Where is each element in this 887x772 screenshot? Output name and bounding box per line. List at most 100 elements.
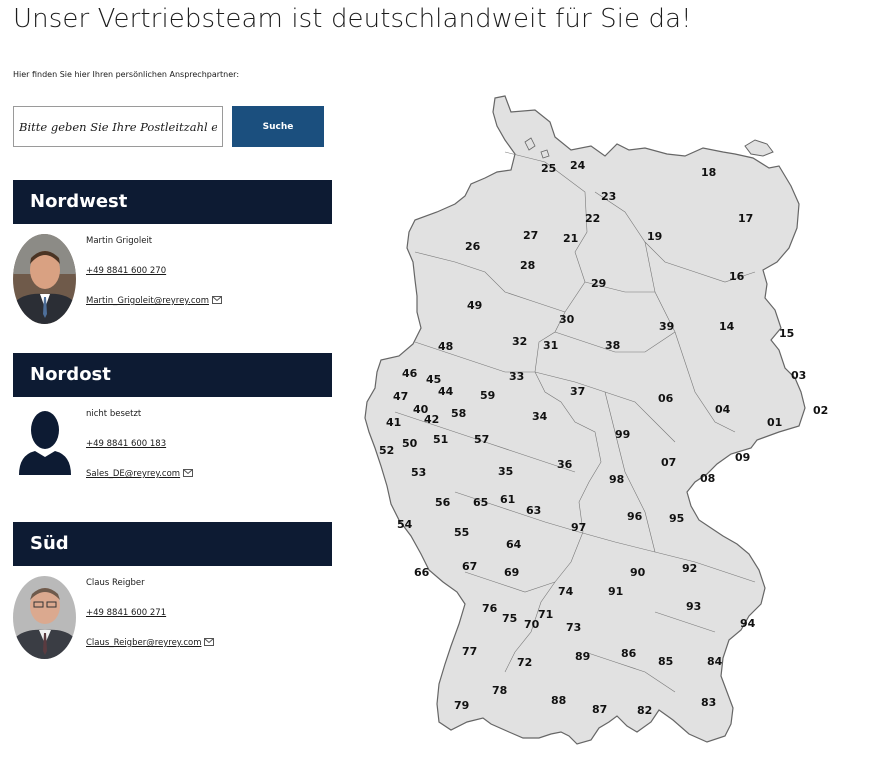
zone-07: 07 <box>661 456 676 469</box>
zone-73: 73 <box>566 621 581 634</box>
zone-96: 96 <box>627 510 643 523</box>
zone-35: 35 <box>498 465 513 478</box>
zone-77: 77 <box>462 645 477 658</box>
contact-name: Claus Reigber <box>86 578 145 588</box>
avatar <box>13 405 76 495</box>
contact-name: Martin Grigoleit <box>86 236 153 246</box>
zone-94: 94 <box>740 617 756 630</box>
contact-email-link[interactable]: Claus_Reigber@reyrey.com <box>86 638 215 648</box>
contact-card: Claus Reigber +49 8841 600 271 Claus_Rei… <box>13 566 332 666</box>
zone-92: 92 <box>682 562 697 575</box>
contact-email: Martin_Grigoleit@reyrey.com <box>86 296 209 306</box>
zone-31: 31 <box>543 339 558 352</box>
region-nordwest: Nordwest Martin Grigoleit +49 8841 600 2… <box>13 180 332 324</box>
zone-95: 95 <box>669 512 684 525</box>
zone-16: 16 <box>729 270 745 283</box>
zone-42: 42 <box>424 413 439 426</box>
zone-47: 47 <box>393 390 408 403</box>
zone-37: 37 <box>570 385 585 398</box>
zone-76: 76 <box>482 602 498 615</box>
zone-87: 87 <box>592 703 607 716</box>
zone-48: 48 <box>438 340 453 353</box>
region-header: Nordost <box>13 353 332 397</box>
zone-15: 15 <box>779 327 794 340</box>
region-header: Nordwest <box>13 180 332 224</box>
region-nordost: Nordost nicht besetzt +49 8841 600 183 S… <box>13 353 332 497</box>
contact-name: nicht besetzt <box>86 409 142 419</box>
page-title: Unser Vertriebsteam ist deutschlandweit … <box>13 4 692 34</box>
zone-06: 06 <box>658 392 674 405</box>
zone-78: 78 <box>492 684 507 697</box>
zone-70: 70 <box>524 618 540 631</box>
mail-icon <box>211 296 222 304</box>
contact-email-link[interactable]: Martin_Grigoleit@reyrey.com <box>86 296 222 306</box>
zone-74: 74 <box>558 585 574 598</box>
zone-84: 84 <box>707 655 723 668</box>
zone-98: 98 <box>609 473 624 486</box>
postal-code-input[interactable] <box>13 106 223 147</box>
zone-49: 49 <box>467 299 482 312</box>
avatar <box>13 576 76 659</box>
zone-71: 71 <box>538 608 553 621</box>
zone-41: 41 <box>386 416 401 429</box>
region-sued: Süd Claus Reigber +49 8841 600 271 Claus… <box>13 522 332 666</box>
zone-29: 29 <box>591 277 606 290</box>
zone-61: 61 <box>500 493 515 506</box>
zone-39: 39 <box>659 320 674 333</box>
zone-01: 01 <box>767 416 782 429</box>
zone-55: 55 <box>454 526 469 539</box>
zone-17: 17 <box>738 212 753 225</box>
search-button[interactable]: Suche <box>232 106 324 147</box>
zone-63: 63 <box>526 504 541 517</box>
zone-64: 64 <box>506 538 522 551</box>
contact-email-link[interactable]: Sales_DE@reyrey.com <box>86 469 194 479</box>
zone-04: 04 <box>715 403 731 416</box>
zone-75: 75 <box>502 612 517 625</box>
zone-26: 26 <box>465 240 481 253</box>
zone-83: 83 <box>701 696 716 709</box>
person-photo-icon <box>13 234 76 324</box>
zone-54: 54 <box>397 518 413 531</box>
zone-86: 86 <box>621 647 637 660</box>
zone-21: 21 <box>563 232 578 245</box>
contact-email: Claus_Reigber@reyrey.com <box>86 638 202 648</box>
zone-46: 46 <box>402 367 418 380</box>
contact-phone-link[interactable]: +49 8841 600 271 <box>86 608 166 618</box>
zone-23: 23 <box>601 190 616 203</box>
region-header: Süd <box>13 522 332 566</box>
person-placeholder-icon <box>19 411 71 475</box>
zone-08: 08 <box>700 472 715 485</box>
zone-51: 51 <box>433 433 448 446</box>
zone-65: 65 <box>473 496 488 509</box>
zone-67: 67 <box>462 560 477 573</box>
zone-52: 52 <box>379 444 394 457</box>
zone-91: 91 <box>608 585 623 598</box>
person-photo-icon <box>13 576 76 659</box>
zone-44: 44 <box>438 385 454 398</box>
zone-09: 09 <box>735 451 750 464</box>
zone-53: 53 <box>411 466 426 479</box>
zone-82: 82 <box>637 704 652 717</box>
island-ruegen <box>744 139 774 157</box>
zone-24: 24 <box>570 159 586 172</box>
zone-18: 18 <box>701 166 716 179</box>
zone-30: 30 <box>559 313 575 326</box>
contact-card: Martin Grigoleit +49 8841 600 270 Martin… <box>13 224 332 324</box>
zone-93: 93 <box>686 600 701 613</box>
zone-22: 22 <box>585 212 600 225</box>
zone-79: 79 <box>454 699 469 712</box>
zone-56: 56 <box>435 496 451 509</box>
zone-89: 89 <box>575 650 590 663</box>
zone-19: 19 <box>647 230 662 243</box>
zone-66: 66 <box>414 566 430 579</box>
zone-02: 02 <box>813 404 828 417</box>
contact-phone-link[interactable]: +49 8841 600 183 <box>86 439 166 449</box>
contact-phone-link[interactable]: +49 8841 600 270 <box>86 266 166 276</box>
contact-email: Sales_DE@reyrey.com <box>86 469 181 479</box>
zone-28: 28 <box>520 259 535 272</box>
zone-25: 25 <box>541 162 556 175</box>
germany-postal-map: 25 24 18 23 22 17 27 21 19 26 28 16 29 4… <box>364 95 828 745</box>
zone-36: 36 <box>557 458 573 471</box>
avatar <box>13 234 76 324</box>
zone-72: 72 <box>517 656 532 669</box>
